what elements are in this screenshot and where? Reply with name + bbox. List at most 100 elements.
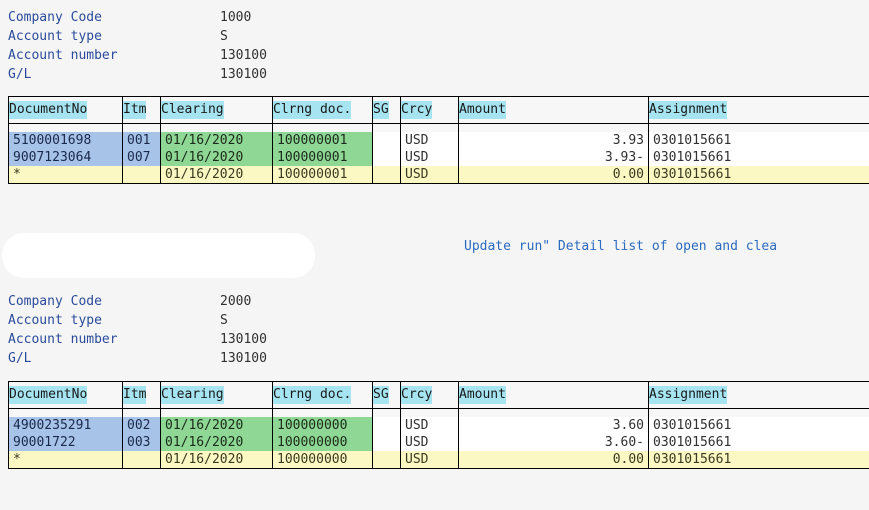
column-header-clrng-doc[interactable]: Clrng doc. [272, 96, 373, 124]
cell-clrng-doc[interactable]: 100000001 [272, 149, 373, 166]
column-header-amount[interactable]: Amount [458, 96, 649, 124]
cell-documentno[interactable]: * [8, 451, 123, 469]
cell-clearing[interactable]: 01/16/2020 [160, 417, 273, 434]
cell-amount[interactable]: 0.00 [458, 166, 649, 184]
cell-assignment[interactable]: 0301015661 [649, 451, 869, 469]
cell-clrng-doc[interactable]: 100000000 [272, 434, 373, 451]
column-header-assignment[interactable]: Assignment [648, 96, 869, 124]
cell-sg[interactable] [372, 149, 401, 166]
spacer-cell [400, 123, 459, 132]
table-row-total[interactable]: * 01/16/2020 100000000 USD 0.00 03010156… [8, 451, 869, 469]
table-row[interactable]: 5100001698 001 01/16/2020 100000001 USD … [8, 132, 869, 149]
cell-assignment[interactable]: 0301015661 [649, 166, 869, 184]
open-cleared-items-table-2[interactable]: DocumentNo Itm Clearing Clrng doc. SG Cr… [8, 381, 869, 469]
cell-text: 0.00 [459, 451, 648, 468]
column-header-sg[interactable]: SG [372, 381, 401, 409]
cell-amount[interactable]: 3.60- [458, 434, 649, 451]
cell-assignment[interactable]: 0301015661 [649, 434, 869, 451]
column-header-crcy[interactable]: Crcy [400, 381, 459, 409]
table-row[interactable]: 9007123064 007 01/16/2020 100000001 USD … [8, 149, 869, 166]
cell-documentno[interactable]: 5100001698 [8, 132, 123, 149]
cell-clearing[interactable]: 01/16/2020 [160, 451, 273, 469]
cell-clearing[interactable]: 01/16/2020 [160, 434, 273, 451]
cell-clearing[interactable]: 01/16/2020 [160, 166, 273, 184]
column-header-itm[interactable]: Itm [122, 96, 161, 124]
cell-sg[interactable] [372, 417, 401, 434]
cell-clearing[interactable]: 01/16/2020 [160, 149, 273, 166]
column-header-clearing[interactable]: Clearing [160, 96, 273, 124]
cell-clrng-doc[interactable]: 100000001 [272, 132, 373, 149]
cell-text: 003 [123, 434, 160, 451]
table-row[interactable]: 90001722 003 01/16/2020 100000000 USD 3.… [8, 434, 869, 451]
cell-assignment[interactable]: 0301015661 [649, 132, 869, 149]
cell-crcy[interactable]: USD [400, 132, 459, 149]
cell-itm[interactable] [122, 451, 161, 469]
cell-itm[interactable]: 001 [122, 132, 161, 149]
cell-amount[interactable]: 0.00 [458, 451, 649, 469]
spacer-cell [400, 408, 459, 417]
column-header-clearing[interactable]: Clearing [160, 381, 273, 409]
column-header-amount[interactable]: Amount [458, 381, 649, 409]
column-header-assignment[interactable]: Assignment [648, 381, 869, 409]
table-row[interactable]: 4900235291 002 01/16/2020 100000000 USD … [8, 417, 869, 434]
cell-documentno[interactable]: 4900235291 [8, 417, 123, 434]
header-value: 130100 [220, 351, 267, 366]
cell-itm[interactable]: 007 [122, 149, 161, 166]
column-header-label: Amount [459, 101, 506, 119]
table-row-total[interactable]: * 01/16/2020 100000001 USD 0.00 03010156… [8, 166, 869, 184]
cell-text [373, 132, 400, 149]
header-value: S [220, 313, 228, 328]
cell-text: 01/16/2020 [161, 166, 272, 183]
table-header-row: DocumentNo Itm Clearing Clrng doc. SG Cr… [8, 96, 869, 124]
cell-amount[interactable]: 3.93 [458, 132, 649, 149]
header-row: Account type S [8, 27, 267, 46]
open-cleared-items-table-1[interactable]: DocumentNo Itm Clearing Clrng doc. SG Cr… [8, 96, 869, 184]
spacer-cell [8, 408, 123, 417]
cell-crcy[interactable]: USD [400, 417, 459, 434]
header-label: Company Code [8, 10, 102, 25]
column-header-documentno[interactable]: DocumentNo [8, 96, 123, 124]
cell-assignment[interactable]: 0301015661 [649, 149, 869, 166]
cell-text [373, 417, 400, 434]
column-header-itm[interactable]: Itm [122, 381, 161, 409]
spacer-cell [648, 408, 869, 417]
cell-sg[interactable] [372, 166, 401, 184]
cell-documentno[interactable]: 90001722 [8, 434, 123, 451]
cell-amount[interactable]: 3.60 [458, 417, 649, 434]
cell-crcy[interactable]: USD [400, 149, 459, 166]
cell-crcy[interactable]: USD [400, 166, 459, 184]
cell-clrng-doc[interactable]: 100000001 [272, 166, 373, 184]
cell-itm[interactable]: 003 [122, 434, 161, 451]
cell-itm[interactable]: 002 [122, 417, 161, 434]
cell-text [373, 149, 400, 166]
cell-text: 01/16/2020 [161, 417, 272, 434]
cell-documentno[interactable]: 9007123064 [8, 149, 123, 166]
cell-text: 0301015661 [649, 132, 869, 149]
cell-sg[interactable] [372, 132, 401, 149]
column-header-label: Itm [123, 386, 147, 404]
cell-itm[interactable] [122, 166, 161, 184]
column-header-sg[interactable]: SG [372, 96, 401, 124]
cell-documentno[interactable]: * [8, 166, 123, 184]
header-label: G/L [8, 67, 32, 82]
column-header-documentno[interactable]: DocumentNo [8, 381, 123, 409]
cell-clrng-doc[interactable]: 100000000 [272, 451, 373, 469]
cell-text: * [9, 451, 122, 468]
cell-text: 100000001 [273, 166, 372, 183]
header-label: Account number [8, 48, 118, 63]
cell-text: 0301015661 [649, 417, 869, 434]
cell-sg[interactable] [372, 451, 401, 469]
cell-text: 100000000 [273, 434, 372, 451]
cell-assignment[interactable]: 0301015661 [649, 417, 869, 434]
cell-clrng-doc[interactable]: 100000000 [272, 417, 373, 434]
column-header-crcy[interactable]: Crcy [400, 96, 459, 124]
cell-crcy[interactable]: USD [400, 434, 459, 451]
cell-amount[interactable]: 3.93- [458, 149, 649, 166]
cell-crcy[interactable]: USD [400, 451, 459, 469]
cell-sg[interactable] [372, 434, 401, 451]
column-header-clrng-doc[interactable]: Clrng doc. [272, 381, 373, 409]
cell-clearing[interactable]: 01/16/2020 [160, 132, 273, 149]
cell-text: 0301015661 [649, 166, 869, 183]
table-header-row: DocumentNo Itm Clearing Clrng doc. SG Cr… [8, 381, 869, 409]
cell-text: 0301015661 [649, 434, 869, 451]
